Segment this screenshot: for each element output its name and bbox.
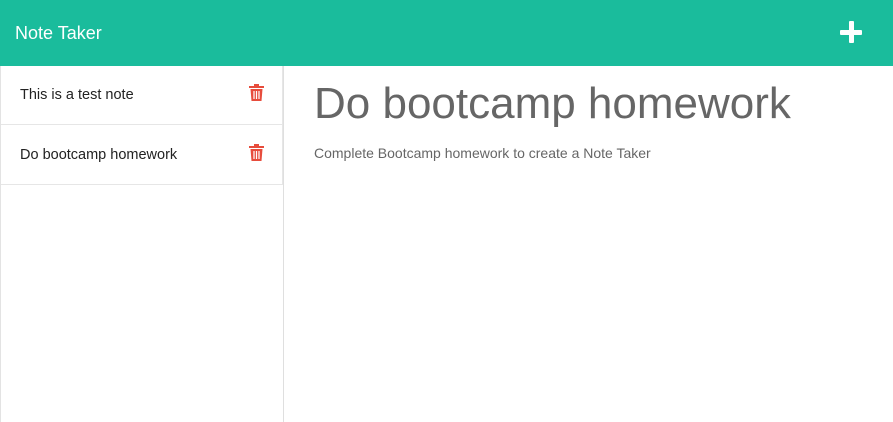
trash-icon[interactable] [249, 143, 264, 161]
new-note-button[interactable] [840, 21, 864, 45]
note-list-item-title[interactable]: Do bootcamp homework [20, 147, 177, 163]
note-list-item-title[interactable]: This is a test note [20, 87, 134, 103]
trash-icon[interactable] [249, 84, 264, 101]
app-title[interactable]: Note Taker [15, 24, 102, 42]
note-editor: Do bootcamp homework Complete Bootcamp h… [314, 66, 874, 162]
notes-sidebar: This is a test note Do bootcamp homework [0, 66, 284, 422]
note-text-display[interactable]: Complete Bootcamp homework to create a N… [314, 144, 874, 162]
note-list-item[interactable]: Do bootcamp homework [1, 125, 283, 185]
navbar: Note Taker [0, 0, 893, 66]
note-title-display[interactable]: Do bootcamp homework [314, 80, 874, 128]
note-list: This is a test note Do bootcamp homework [1, 66, 283, 185]
note-list-item[interactable]: This is a test note [1, 66, 283, 125]
